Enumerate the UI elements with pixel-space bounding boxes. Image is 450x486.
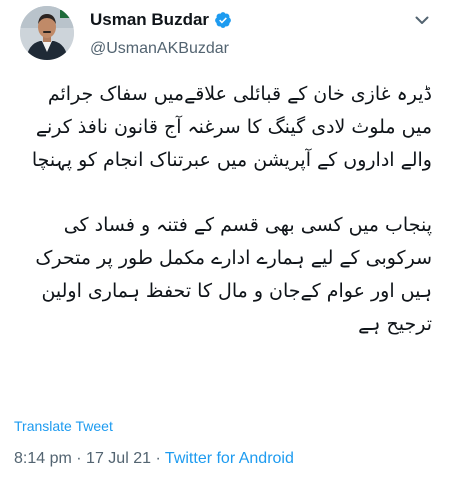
tweet-paragraph: پنجاب میں کسی بھی قسم کے فتنہ و فساد کی … — [35, 214, 432, 335]
chevron-down-icon[interactable] — [412, 10, 432, 30]
display-name[interactable]: Usman Buzdar — [90, 10, 209, 30]
tweet-time[interactable]: 8:14 pm — [14, 450, 72, 467]
tweet-metadata: 8:14 pm · 17 Jul 21 · Twitter for Androi… — [14, 450, 294, 468]
translate-tweet-link[interactable]: Translate Tweet — [14, 418, 113, 434]
tweet-header: Usman Buzdar @UsmanAKBuzdar — [20, 6, 438, 64]
display-name-row: Usman Buzdar — [90, 9, 232, 31]
author-names: Usman Buzdar @UsmanAKBuzdar — [90, 9, 232, 58]
tweet-paragraph: ڈیرہ غازی خان کے قبائلی علاقےمیں سفاک جر… — [31, 83, 432, 171]
tweet-card: Usman Buzdar @UsmanAKBuzdar ڈیرہ غازی خا… — [0, 0, 450, 486]
author-handle[interactable]: @UsmanAKBuzdar — [90, 40, 232, 58]
avatar-photo — [20, 6, 74, 60]
meta-separator: · — [155, 450, 161, 467]
verified-badge-icon — [214, 11, 232, 29]
tweet-text: ڈیرہ غازی خان کے قبائلی علاقےمیں سفاک جر… — [14, 78, 432, 341]
avatar[interactable] — [20, 6, 74, 60]
meta-separator: · — [76, 450, 82, 467]
tweet-source-link[interactable]: Twitter for Android — [165, 450, 294, 467]
tweet-date[interactable]: 17 Jul 21 — [86, 450, 151, 467]
